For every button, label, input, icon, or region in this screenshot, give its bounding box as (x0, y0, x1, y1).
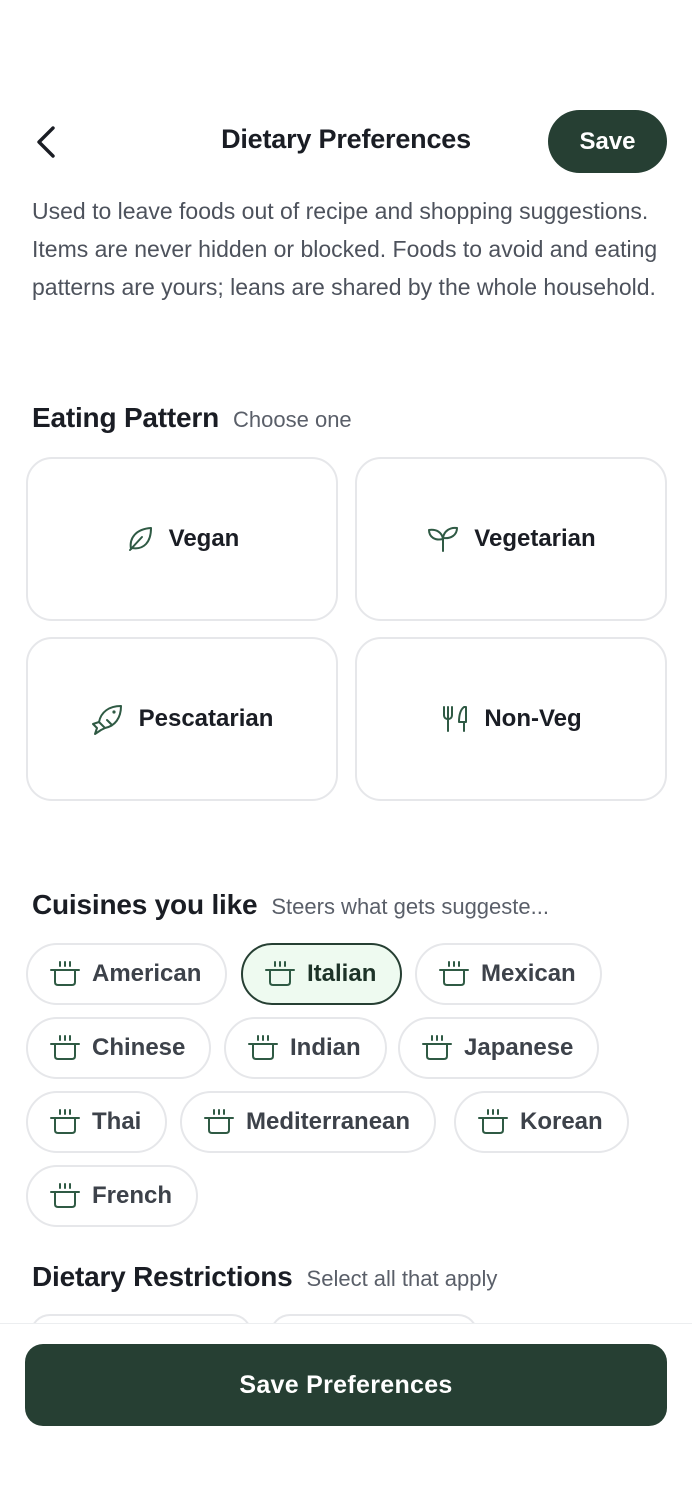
pattern-option-non-veg[interactable]: Non-Veg (355, 637, 667, 801)
cuisine-chip-label: Korean (520, 1108, 603, 1135)
footer-bar: Save Preferences (0, 1323, 692, 1504)
restrictions-title: Dietary Restrictions (32, 1261, 293, 1292)
pattern-label: Non-Veg (484, 705, 582, 732)
cuisine-chip-indian[interactable]: Indian (224, 1017, 387, 1079)
cuisine-chip-mediterranean[interactable]: Mediterranean (180, 1091, 437, 1153)
app-header: Dietary Preferences Save (0, 108, 692, 174)
eating-pattern-subtitle: Choose one (233, 407, 352, 432)
cuisine-chip-label: American (92, 960, 202, 987)
cooking-pot-icon (50, 1183, 80, 1208)
cooking-pot-icon (50, 1035, 80, 1060)
pattern-option-vegetarian[interactable]: Vegetarian (355, 457, 667, 621)
cuisine-chip-label: Mexican (481, 960, 576, 987)
intro-text: Used to leave foods out of recipe and sh… (32, 198, 658, 300)
pattern-option-pescatarian[interactable]: Pescatarian (26, 637, 338, 801)
cuisines-header: Cuisines you like Steers what gets sugge… (32, 889, 549, 921)
cooking-pot-icon (422, 1035, 452, 1060)
utensils-icon (443, 706, 468, 732)
cuisine-chip-label: French (92, 1182, 173, 1209)
pattern-label: Vegetarian (474, 525, 596, 552)
cuisine-chip-chinese[interactable]: Chinese (26, 1017, 212, 1079)
cuisine-chip-label: Indian (290, 1034, 361, 1061)
cooking-pot-icon (50, 1109, 80, 1134)
eating-pattern-title: Eating Pattern (32, 402, 220, 433)
cuisine-chip-french[interactable]: French (26, 1165, 199, 1227)
cooking-pot-icon (248, 1035, 278, 1060)
sprout-icon (428, 526, 459, 552)
cooking-pot-icon (265, 961, 295, 986)
cuisine-chip-label: Chinese (92, 1034, 186, 1061)
save-button[interactable]: Save (548, 110, 667, 173)
cuisine-chip-italian[interactable]: Italian (241, 943, 403, 1005)
cooking-pot-icon (439, 961, 469, 986)
cuisine-chip-label: Thai (92, 1108, 142, 1135)
cuisines-title: Cuisines you like (32, 889, 258, 920)
cuisine-chip-label: Mediterranean (246, 1108, 411, 1135)
fish-icon (91, 705, 122, 735)
cooking-pot-icon (50, 961, 80, 986)
cooking-pot-icon (204, 1109, 234, 1134)
cuisine-chip-japanese[interactable]: Japanese (398, 1017, 600, 1079)
cooking-pot-icon (478, 1109, 508, 1134)
cuisine-chip-korean[interactable]: Korean (454, 1091, 629, 1153)
eating-pattern-header: Eating Pattern Choose one (32, 402, 352, 434)
restrictions-subtitle: Select all that apply (306, 1266, 498, 1291)
cuisine-chip-american[interactable]: American (26, 943, 228, 1005)
pattern-option-vegan[interactable]: Vegan (26, 457, 338, 621)
cuisine-chip-label: Italian (307, 960, 377, 987)
restrictions-header: Dietary Restrictions Select all that app… (32, 1261, 497, 1293)
pattern-label: Vegan (168, 525, 240, 552)
cuisine-chip-thai[interactable]: Thai (26, 1091, 168, 1153)
cuisine-chip-mexican[interactable]: Mexican (415, 943, 602, 1005)
cuisine-chip-label: Japanese (464, 1034, 574, 1061)
cuisines-subtitle: Steers what gets suggeste... (271, 894, 549, 919)
pattern-label: Pescatarian (138, 705, 274, 732)
save-preferences-button[interactable]: Save Preferences (25, 1344, 667, 1426)
leaf-icon (128, 527, 152, 551)
